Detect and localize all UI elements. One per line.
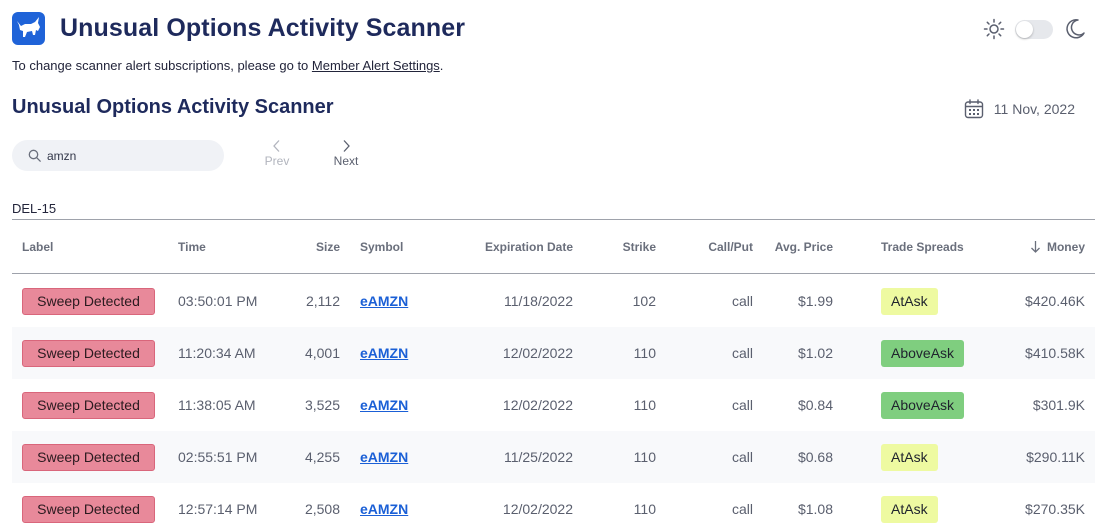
symbol-link[interactable]: eAMZN [360, 501, 408, 517]
table-row[interactable]: Sweep Detected 12:57:14 PM 2,508 eAMZN 12/02… [12, 483, 1095, 529]
prev-button[interactable]: Prev [252, 137, 302, 173]
symbol-link[interactable]: eAMZN [360, 345, 408, 361]
column-expiration[interactable]: Expiration Date [485, 240, 573, 254]
search-box[interactable] [12, 140, 224, 171]
next-label: Next [333, 154, 359, 168]
trade-spread-badge: AboveAsk [881, 392, 965, 419]
strike-price: 110 [633, 397, 656, 413]
trade-size: 3,525 [304, 397, 340, 413]
strike-price: 102 [632, 293, 656, 309]
column-size[interactable]: Size [316, 240, 340, 254]
expiration-date: 12/02/2022 [502, 397, 573, 413]
strike-price: 110 [633, 449, 656, 465]
table-row[interactable]: Sweep Detected 11:20:34 AM 4,001 eAMZN 12/02… [12, 327, 1095, 379]
next-button[interactable]: Next [321, 137, 371, 173]
trade-time: 02:55:51 PM [178, 449, 258, 465]
strike-price: 110 [633, 345, 656, 361]
trade-time: 11:38:05 AM [178, 397, 256, 413]
selected-date: 11 Nov, 2022 [993, 101, 1075, 117]
sweep-detected-badge: Sweep Detected [22, 444, 155, 471]
trade-time: 11:20:34 AM [178, 345, 256, 361]
trade-size: 2,112 [306, 293, 340, 309]
trade-size: 4,001 [304, 345, 340, 361]
column-symbol[interactable]: Symbol [360, 240, 403, 254]
search-input[interactable] [47, 147, 212, 164]
group-divider [12, 219, 1095, 220]
call-put: call [731, 293, 753, 309]
table-header: Label Time Size Symbol Expiration Date S… [12, 221, 1095, 274]
theme-controls [983, 15, 1087, 43]
avg-price: $0.84 [797, 397, 833, 413]
moon-icon[interactable] [1063, 17, 1087, 41]
expiration-date: 12/02/2022 [502, 501, 573, 517]
call-put: call [731, 449, 753, 465]
alert-settings-notice: To change scanner alert subscriptions, p… [12, 58, 443, 73]
app-header: Unusual Options Activity Scanner [12, 12, 1087, 46]
column-time[interactable]: Time [178, 240, 206, 254]
sweep-detected-badge: Sweep Detected [22, 496, 155, 523]
calendar-icon [964, 99, 983, 119]
symbol-link[interactable]: eAMZN [360, 397, 408, 413]
sort-arrow-down-icon [1031, 241, 1040, 253]
search-icon [28, 149, 41, 162]
column-money[interactable]: Money [1030, 240, 1085, 254]
scanner-title: Unusual Options Activity Scanner [12, 96, 334, 118]
chevron-right-icon [343, 140, 350, 152]
column-label[interactable]: Label [22, 240, 53, 254]
trade-spread-badge: AboveAsk [881, 340, 965, 367]
column-avg-price[interactable]: Avg. Price [775, 240, 833, 254]
avg-price: $0.68 [797, 449, 833, 465]
bull-icon[interactable] [12, 12, 45, 45]
trade-time: 12:57:14 PM [178, 501, 258, 517]
sweep-detected-badge: Sweep Detected [22, 288, 155, 315]
column-callput[interactable]: Call/Put [708, 240, 753, 254]
trade-spread-badge: AtAsk [881, 444, 938, 471]
money-value: $420.46K [1025, 293, 1085, 309]
money-value: $290.11K [1026, 449, 1085, 465]
prev-label: Prev [264, 154, 290, 168]
trade-time: 03:50:01 PM [178, 293, 258, 309]
trade-spread-badge: AtAsk [881, 496, 938, 523]
avg-price: $1.08 [797, 501, 833, 517]
trade-size: 4,255 [304, 449, 340, 465]
expiration-date: 12/02/2022 [502, 345, 573, 361]
theme-toggle[interactable] [1015, 20, 1053, 39]
table-row[interactable]: Sweep Detected 03:50:01 PM 2,112 eAMZN 11/18… [12, 275, 1095, 327]
expiration-date: 11/18/2022 [503, 293, 573, 309]
table-row[interactable]: Sweep Detected 11:38:05 AM 3,525 eAMZN 12/02… [12, 379, 1095, 431]
app-title: Unusual Options Activity Scanner [60, 14, 466, 42]
money-value: $270.35K [1025, 501, 1085, 517]
trade-spread-badge: AtAsk [881, 288, 938, 315]
strike-price: 110 [633, 501, 656, 517]
money-value: $410.58K [1025, 345, 1085, 361]
call-put: call [731, 397, 753, 413]
symbol-link[interactable]: eAMZN [360, 449, 408, 465]
trade-size: 2,508 [304, 501, 340, 517]
group-label: DEL-15 [12, 201, 57, 216]
sun-icon[interactable] [983, 18, 1005, 40]
avg-price: $1.02 [797, 345, 833, 361]
notice-text: To change scanner alert subscriptions, p… [12, 58, 312, 73]
column-money-label: Money [1046, 240, 1085, 254]
call-put: call [731, 501, 753, 517]
member-alert-settings-link[interactable]: Member Alert Settings [312, 58, 440, 73]
toggle-knob [1016, 21, 1033, 38]
sweep-detected-badge: Sweep Detected [22, 392, 155, 419]
money-value: $301.9K [1032, 397, 1085, 413]
column-strike[interactable]: Strike [623, 240, 656, 254]
date-picker[interactable]: 11 Nov, 2022 [963, 96, 1075, 122]
call-put: call [731, 345, 753, 361]
expiration-date: 11/25/2022 [503, 449, 573, 465]
sweep-detected-badge: Sweep Detected [22, 340, 155, 367]
symbol-link[interactable]: eAMZN [360, 293, 408, 309]
avg-price: $1.99 [797, 293, 833, 309]
table-row[interactable]: Sweep Detected 02:55:51 PM 4,255 eAMZN 11/25… [12, 431, 1095, 483]
notice-suffix: . [439, 58, 444, 73]
chevron-left-icon [273, 140, 280, 152]
column-trade-spreads[interactable]: Trade Spreads [881, 240, 964, 254]
